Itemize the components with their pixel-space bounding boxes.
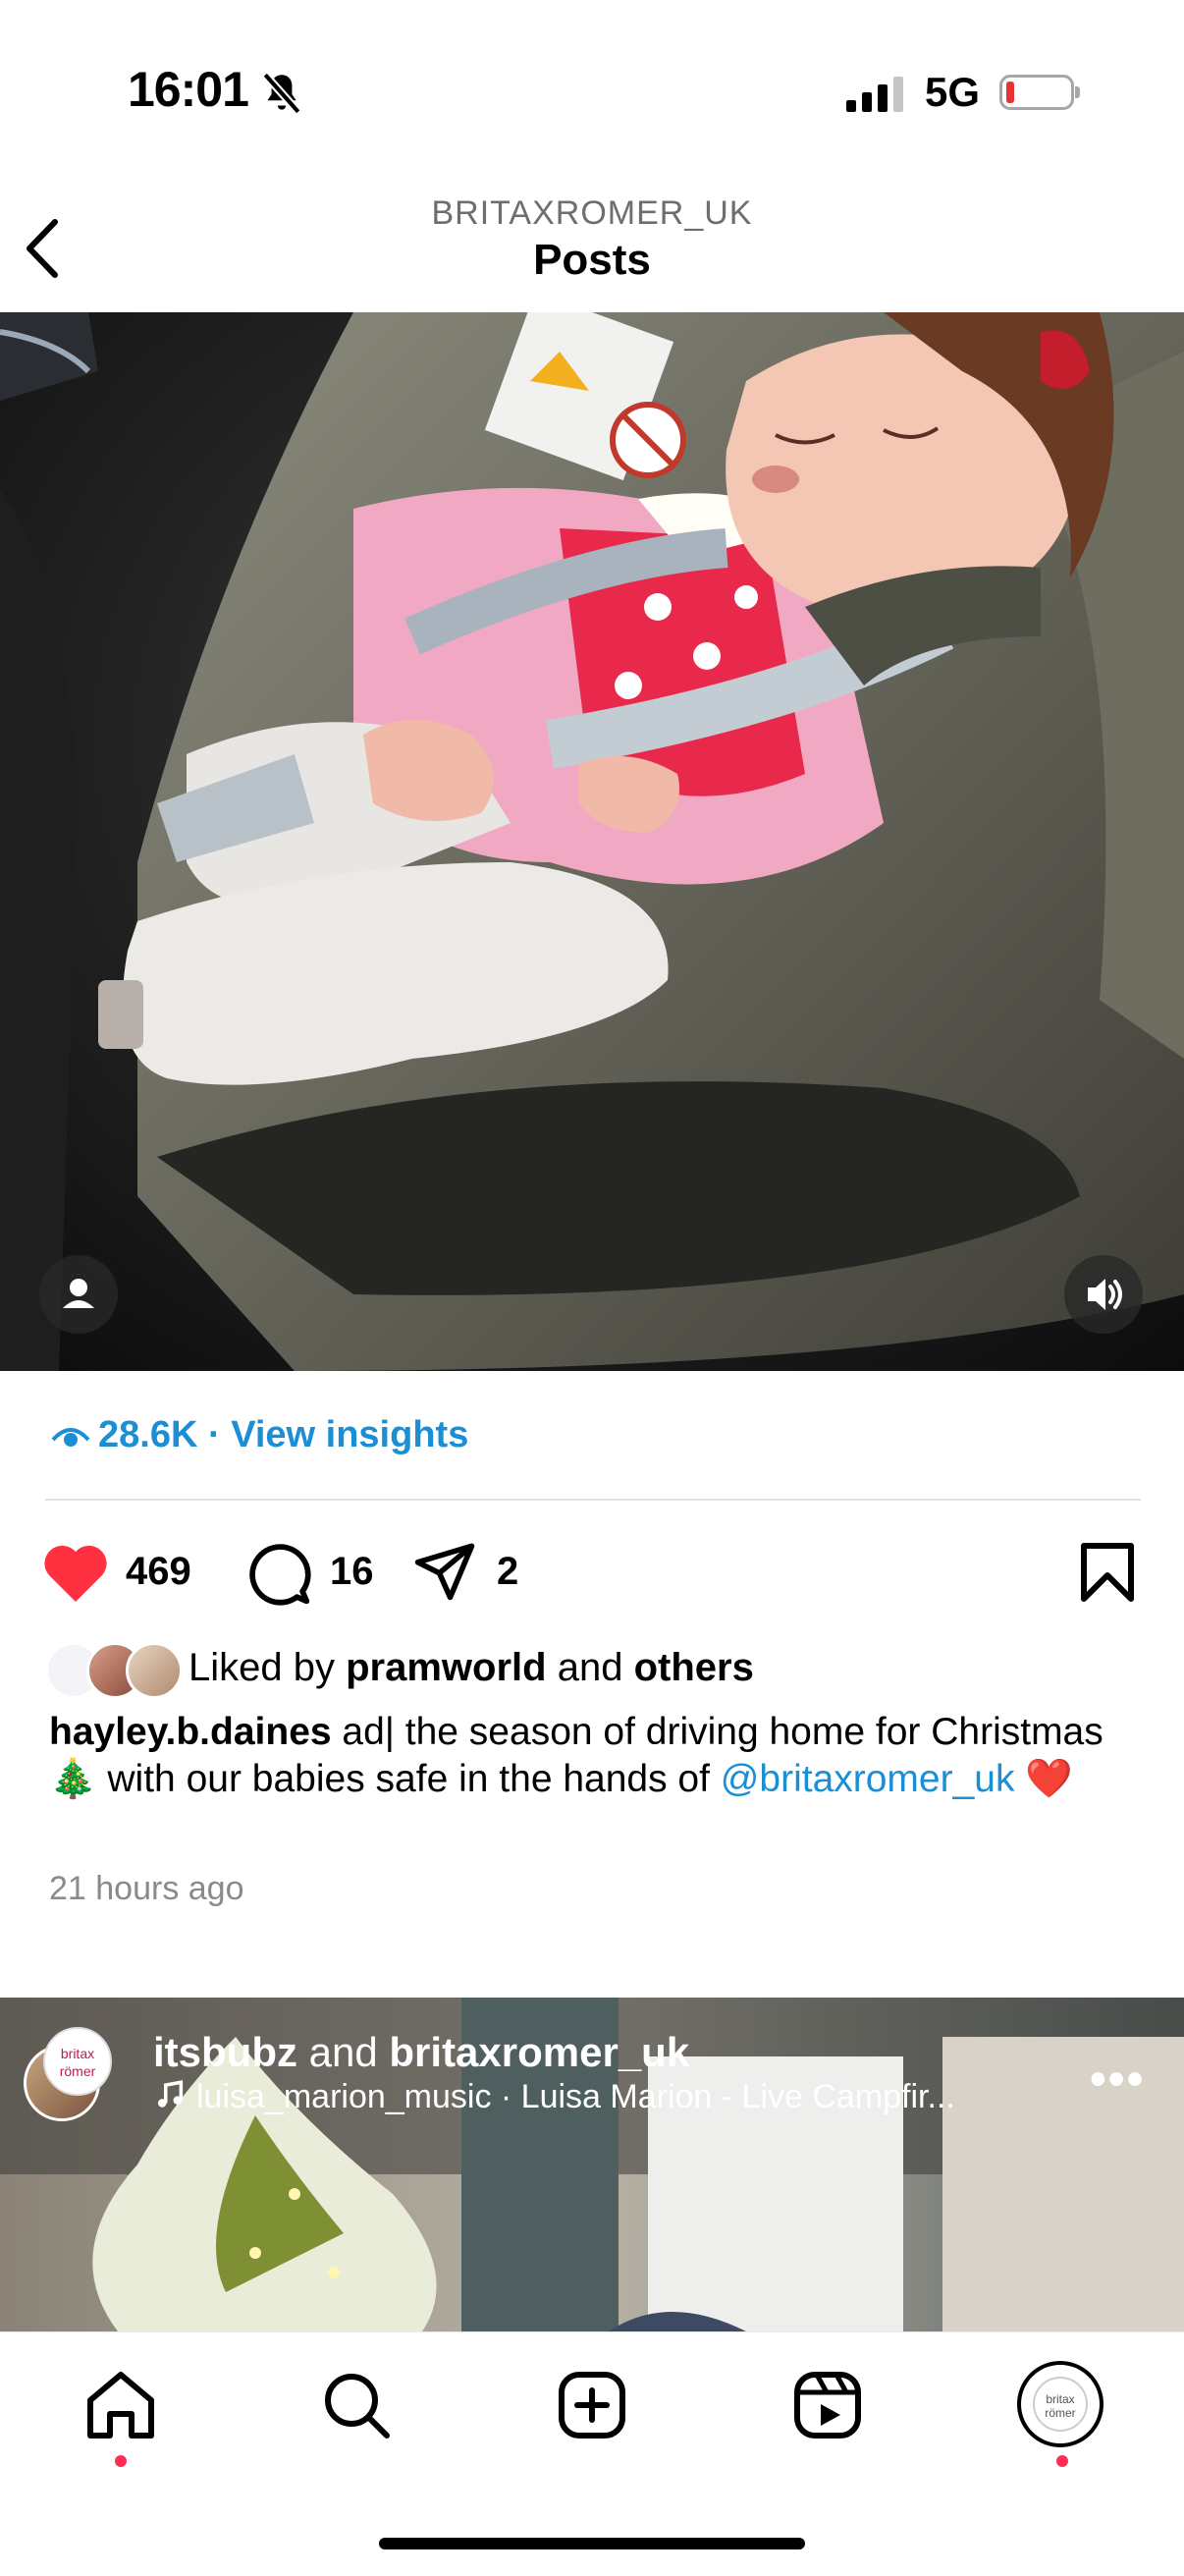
liked-by-conj: and <box>557 1646 623 1689</box>
likes-count[interactable]: 469 <box>126 1550 191 1594</box>
view-insights-link[interactable]: 28.6K · View insights <box>51 1414 468 1456</box>
liked-by-text[interactable]: Liked by pramworld and others <box>188 1646 754 1690</box>
liked-by-user[interactable]: pramworld <box>346 1646 546 1689</box>
caption-emoji: ❤️ <box>1025 1758 1073 1800</box>
status-time: 16:01 <box>128 62 249 117</box>
caption-mention[interactable]: @britaxromer_uk <box>721 1758 1015 1800</box>
signal-icon <box>846 77 905 112</box>
insights-separator: · <box>207 1414 221 1455</box>
more-options-icon[interactable]: ••• <box>1090 2053 1145 2107</box>
liker-avatars[interactable] <box>45 1642 183 1699</box>
next-post-usernames[interactable]: itsbubz and britaxromer_uk <box>153 2029 689 2076</box>
profile-notification-dot <box>1056 2455 1068 2467</box>
liked-by-others[interactable]: others <box>634 1646 754 1689</box>
tagged-people-button[interactable] <box>39 1255 118 1334</box>
audio-track-label: luisa_marion_music · Luisa Marion - Live… <box>196 2078 955 2115</box>
speaker-icon <box>1088 1279 1122 1310</box>
reels-icon[interactable] <box>783 2361 872 2449</box>
divider <box>45 1499 1141 1501</box>
post-caption: hayley.b.daines ad| the season of drivin… <box>49 1709 1129 1803</box>
music-note-icon <box>157 2080 184 2108</box>
avatar <box>126 1642 183 1699</box>
post-timestamp: 21 hours ago <box>49 1870 244 1907</box>
profile-avatar-brand: britax römer <box>1033 2377 1088 2432</box>
next-post-conj: and <box>308 2029 378 2075</box>
bell-off-icon <box>262 72 301 115</box>
liked-by-prefix: Liked by <box>188 1646 335 1689</box>
home-indicator <box>379 2538 805 2549</box>
brand-avatar[interactable]: britax römer <box>43 2027 112 2096</box>
video-frame <box>0 312 1184 1371</box>
next-post-user2[interactable]: britaxromer_uk <box>389 2029 689 2075</box>
shares-count[interactable]: 2 <box>497 1550 518 1594</box>
home-icon[interactable] <box>77 2361 165 2449</box>
next-post-audio[interactable]: luisa_marion_music · Luisa Marion - Live… <box>153 2078 955 2116</box>
sound-toggle-button[interactable] <box>1064 1255 1143 1334</box>
view-insights-label: View insights <box>231 1414 469 1455</box>
bookmark-icon[interactable] <box>1078 1540 1137 1605</box>
share-icon[interactable] <box>410 1538 479 1603</box>
battery-icon <box>999 75 1080 110</box>
home-notification-dot <box>115 2455 127 2467</box>
create-post-icon[interactable] <box>548 2361 636 2449</box>
comment-icon[interactable] <box>245 1540 312 1607</box>
post-video[interactable] <box>0 312 1184 1371</box>
person-icon <box>63 1279 94 1308</box>
comments-count[interactable]: 16 <box>330 1550 374 1594</box>
network-label: 5G <box>925 69 981 115</box>
account-name[interactable]: BRITAXROMER_UK <box>0 194 1184 233</box>
caption-username[interactable]: hayley.b.daines <box>49 1711 332 1753</box>
heart-icon[interactable] <box>39 1540 112 1605</box>
eye-icon <box>51 1427 90 1447</box>
page-title: Posts <box>533 236 651 284</box>
profile-avatar-tab[interactable]: britax römer <box>1017 2361 1103 2447</box>
search-icon[interactable] <box>312 2361 401 2449</box>
views-count: 28.6K <box>98 1414 198 1455</box>
next-post-user1[interactable]: itsbubz <box>153 2029 297 2075</box>
